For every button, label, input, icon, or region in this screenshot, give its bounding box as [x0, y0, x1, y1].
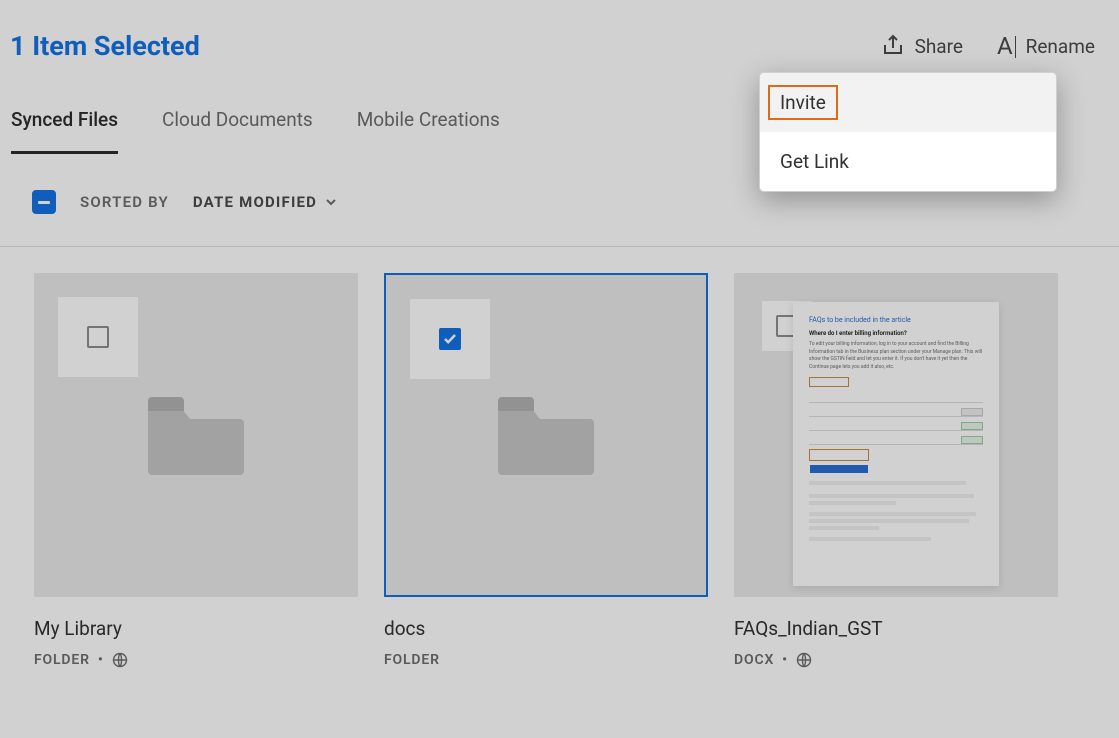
preview-input — [809, 377, 849, 387]
preview-box — [809, 449, 869, 461]
globe-icon — [796, 652, 812, 668]
share-icon — [881, 34, 905, 58]
grid-item[interactable]: docs FOLDER — [384, 273, 708, 668]
item-meta: DOCX • — [734, 652, 1058, 668]
meta-separator: • — [98, 652, 104, 668]
preview-button — [810, 465, 868, 473]
share-label: Share — [915, 35, 963, 58]
preview-row — [809, 393, 983, 403]
sort-dropdown[interactable]: DATE MODIFIED — [193, 193, 337, 211]
dropdown-item-label: Get Link — [780, 150, 849, 173]
item-type: FOLDER — [34, 652, 90, 668]
preview-line — [809, 481, 966, 485]
preview-line — [809, 519, 969, 523]
rename-label: Rename — [1026, 35, 1095, 58]
header-actions: Share A Rename — [881, 34, 1095, 58]
selection-title: 1 Item Selected — [10, 30, 200, 62]
preview-line — [809, 512, 976, 516]
meta-separator: • — [782, 652, 788, 668]
preview-line — [809, 494, 974, 498]
item-meta: FOLDER — [384, 652, 708, 668]
preview-title: FAQs to be included in the article — [809, 316, 983, 324]
document-preview: FAQs to be included in the article Where… — [793, 302, 999, 586]
share-dropdown: Invite Get Link — [759, 72, 1057, 192]
item-meta: FOLDER • — [34, 652, 358, 668]
thumbnail[interactable] — [384, 273, 708, 597]
tab-mobile-creations[interactable]: Mobile Creations — [357, 108, 500, 154]
preview-text: To edit your billing information, log in… — [809, 341, 983, 371]
checkbox[interactable] — [87, 326, 109, 348]
globe-icon — [112, 652, 128, 668]
folder-icon — [146, 391, 246, 479]
select-all-checkbox[interactable] — [32, 190, 56, 214]
grid-item[interactable]: FAQs to be included in the article Where… — [734, 273, 1058, 668]
item-name: FAQs_Indian_GST — [734, 617, 1058, 640]
item-name: docs — [384, 617, 708, 640]
dropdown-item-label: Invite — [768, 85, 838, 120]
preview-row — [809, 435, 983, 445]
preview-subheading: Where do I enter billing information? — [809, 330, 983, 337]
tab-synced-files[interactable]: Synced Files — [11, 108, 118, 154]
checkbox-wrapper[interactable] — [58, 297, 138, 377]
preview-line — [809, 526, 879, 530]
thumbnail[interactable] — [34, 273, 358, 597]
check-icon — [443, 332, 457, 346]
item-name: My Library — [34, 617, 358, 640]
grid-item[interactable]: My Library FOLDER • — [34, 273, 358, 668]
preview-line — [809, 537, 931, 541]
dropdown-item-invite[interactable]: Invite — [760, 73, 1056, 132]
chevron-down-icon — [325, 196, 337, 208]
item-type: FOLDER — [384, 652, 440, 668]
preview-row — [809, 407, 983, 417]
rename-button[interactable]: A Rename — [997, 34, 1095, 58]
preview-row — [809, 421, 983, 431]
tab-cloud-documents[interactable]: Cloud Documents — [162, 108, 313, 154]
sort-value-text: DATE MODIFIED — [193, 193, 317, 211]
checkbox-wrapper[interactable] — [410, 299, 490, 379]
thumbnail[interactable]: FAQs to be included in the article Where… — [734, 273, 1058, 597]
checkbox[interactable] — [439, 328, 461, 350]
dropdown-item-get-link[interactable]: Get Link — [760, 132, 1056, 191]
sort-label: SORTED BY — [80, 193, 169, 211]
preview-line — [809, 501, 896, 505]
file-grid: My Library FOLDER • docs FOLDER — [0, 247, 1119, 668]
folder-icon — [496, 391, 596, 479]
item-type: DOCX — [734, 652, 774, 668]
rename-icon: A — [997, 34, 1016, 58]
share-button[interactable]: Share — [881, 34, 963, 58]
